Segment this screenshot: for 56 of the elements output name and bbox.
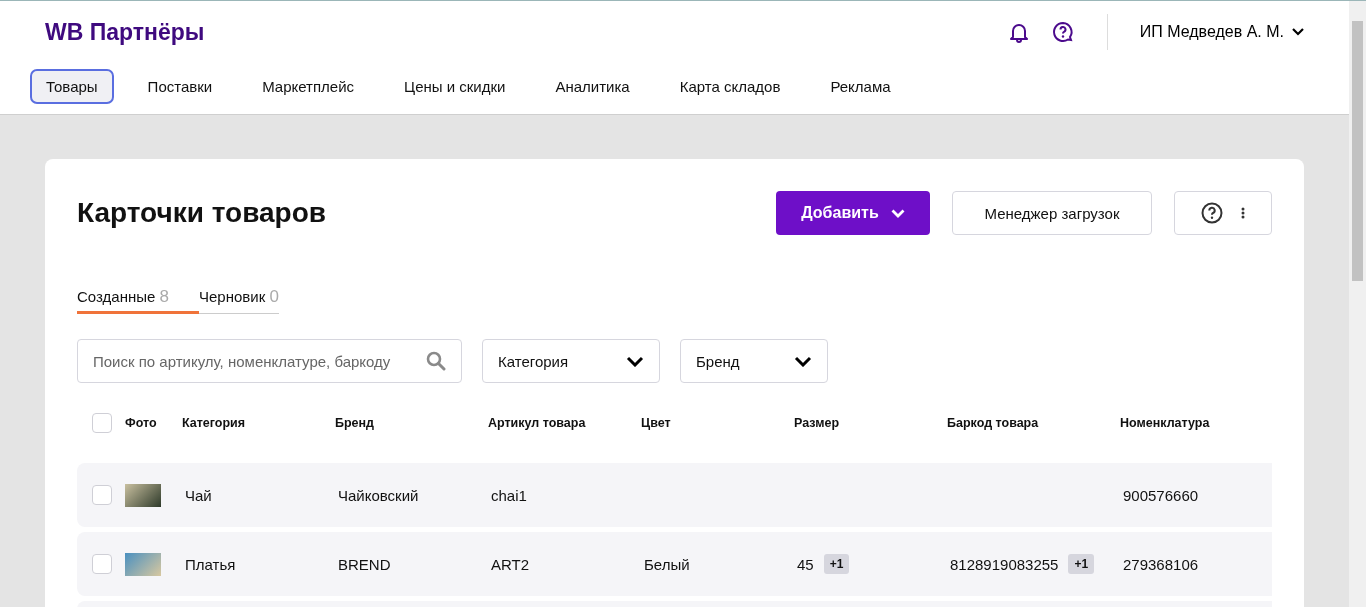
nav-tab[interactable]: Поставки [131,69,229,104]
table-cell-text: Чай [184,486,213,504]
table-cell-text: BREND [337,555,392,573]
table-cell-text: ART2 [490,555,531,573]
row-checkbox[interactable] [92,554,112,574]
nav-tab[interactable]: Товары [30,69,114,104]
select-all-checkbox[interactable] [92,413,112,433]
table-cell: 45 [797,555,814,573]
photo-placeholder [125,552,161,576]
table-cell-text: 279368106 [1122,555,1200,573]
nav-tab[interactable]: Реклама [814,69,907,104]
column-header: Номенклатура [1120,416,1211,430]
help-more-button[interactable] [1174,191,1272,235]
logo[interactable]: WB Партнёры [45,18,205,46]
status-tab[interactable]: Созданные 8 [77,287,199,314]
search-field[interactable]: Поиск по артикулу, номенклатуре, баркоду [77,339,462,383]
table-cell-text: Платья [184,555,237,573]
table-cell-text: chai1 [490,486,528,504]
status-tab[interactable]: Черновик 0 [199,287,279,314]
chevron-down-icon [890,208,905,218]
filter-dropdown[interactable]: Категория [482,339,660,383]
more-count-badge[interactable]: +1 [1068,554,1095,574]
column-header: Категория [182,416,247,430]
table-row[interactable]: Платья BREND ART2 Белый 45 +1 8128919083255 +1 279368106 [77,532,1272,596]
filter-dropdown[interactable]: Бренд [680,339,828,383]
table-cell-text: Чайковский [337,486,420,504]
column-header: Баркод товара [947,416,1040,430]
column-header: Размер [794,416,840,430]
nav-tab[interactable]: Аналитика [539,69,646,104]
search-icon [426,351,446,371]
nav-tab[interactable]: Маркетплейс [246,69,371,104]
chevron-down-icon [626,355,644,367]
table-cell: 8128919083255 [950,555,1059,573]
upload-manager-button[interactable]: Менеджер загрузок [952,191,1152,235]
scrollbar[interactable] [1349,1,1366,607]
more-icon [1241,207,1245,219]
column-header: Фото [125,416,158,430]
row-checkbox[interactable] [92,485,112,505]
table-row[interactable]: Чай Чайковский chai1 900576660 [77,463,1272,527]
chevron-down-icon [794,355,812,367]
nav-tab[interactable]: Цены и скидки [388,69,522,104]
scrollbar-thumb[interactable] [1352,21,1363,281]
column-header: Цвет [641,416,672,430]
help-icon [1201,202,1223,224]
nav-tab[interactable]: Карта складов [663,69,797,104]
user-menu[interactable]: ИП Медведев А. М. [1139,23,1304,41]
table-cell: Белый [644,555,690,573]
page-title: Карточки товаров [77,197,327,229]
photo-placeholder [125,483,161,507]
more-count-badge[interactable]: +1 [823,554,850,574]
add-button[interactable]: Добавить [776,191,930,235]
column-header: Артикул товара [488,416,587,430]
column-header: Бренд [335,416,376,430]
chevron-down-icon [1292,28,1304,36]
help-icon[interactable] [1050,20,1075,44]
table-cell-text: 900576660 [1122,486,1200,504]
